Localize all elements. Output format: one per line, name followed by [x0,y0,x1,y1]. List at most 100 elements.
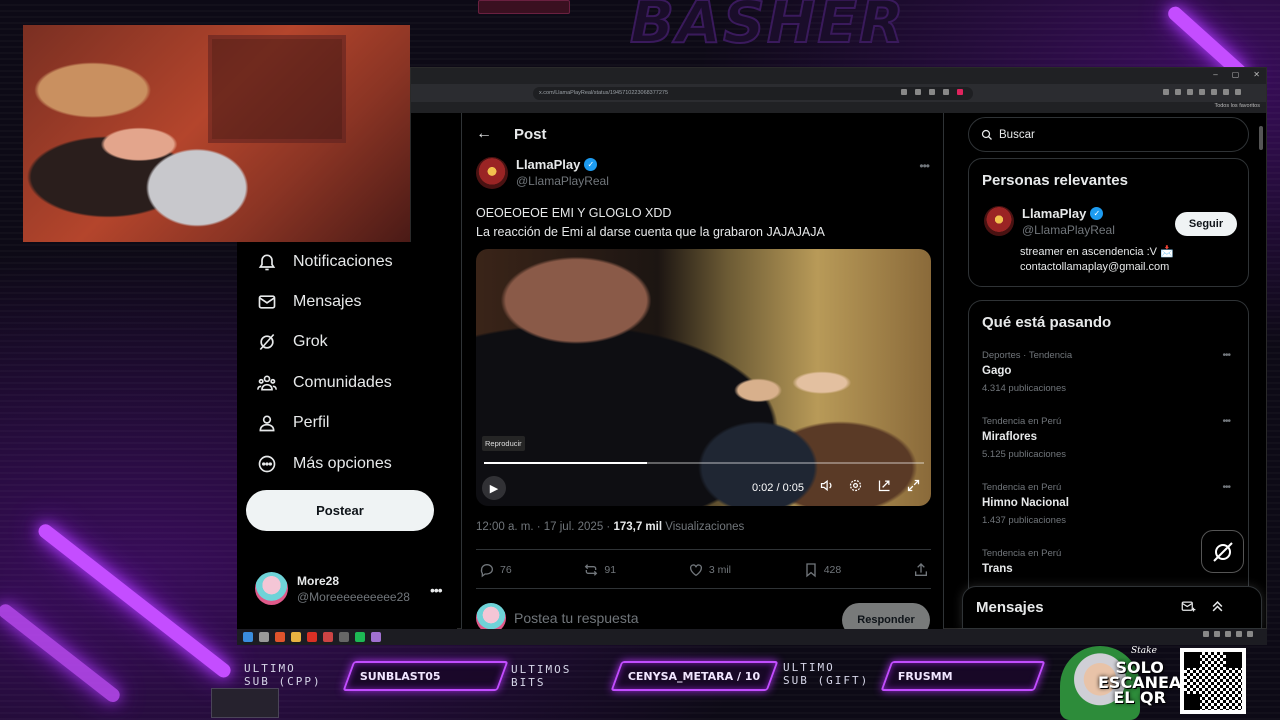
back-arrow-icon[interactable]: ← [476,125,492,143]
trend-item[interactable]: Tendencia en Perú Trans [982,548,1238,575]
last-gift-label: ULTIMO SUB (GIFT) [783,661,869,687]
trend-item[interactable]: Tendencia en Perú Miraflores 5.125 publi… [982,416,1238,460]
author-avatar[interactable] [476,157,508,189]
trend-more-icon[interactable]: ••• [1222,482,1230,493]
all-bookmarks[interactable]: Todos los favoritos [1214,103,1260,109]
nav-item-notifications[interactable]: Notificaciones [257,247,393,277]
tray-chevron-icon[interactable] [1203,631,1209,637]
account-switcher[interactable]: More28 @Moreeeeeeeeee28 [255,572,410,605]
profile-icon[interactable] [1223,89,1229,95]
trend-item[interactable]: Tendencia en Perú Himno Nacional 1.437 p… [982,482,1238,526]
app-icon[interactable] [323,632,333,642]
obs-icon[interactable] [339,632,349,642]
trend-name: Gago [982,365,1012,377]
author-name-row[interactable]: LlamaPlay ✓ [516,157,609,172]
nav-item-profile[interactable]: Perfil [257,408,329,438]
extension-a-icon[interactable] [1163,89,1169,95]
close-button[interactable]: ✕ [1253,70,1260,79]
post-button[interactable]: Postear [246,490,434,531]
search-icon[interactable] [259,632,269,642]
new-message-icon[interactable] [1181,599,1196,614]
trend-more-icon[interactable]: ••• [1222,416,1230,427]
label-line: ULTIMO [244,662,296,675]
extension-e-icon[interactable] [1211,89,1217,95]
notification-icon[interactable] [1247,631,1253,637]
video-player[interactable]: Reproducir ▶ 0:02 / 0:05 [476,249,931,506]
extension-d-icon[interactable] [1199,89,1205,95]
star-icon[interactable] [943,89,949,95]
chevron-up-icon[interactable] [1210,599,1225,614]
search-box[interactable]: Buscar [968,117,1249,152]
relevant-avatar[interactable] [984,206,1014,236]
play-button[interactable]: ▶ [482,476,506,500]
wifi-icon[interactable] [1214,631,1220,637]
messages-drawer[interactable]: Mensajes [962,586,1262,629]
settings-gear-icon[interactable] [848,478,863,493]
view-count: 173,7 mil [613,521,663,533]
repost-button[interactable]: 91 [583,562,616,578]
extension-icon[interactable] [957,89,963,95]
install-icon[interactable] [901,89,907,95]
nav-item-grok[interactable]: Grok [257,327,328,357]
windows-start-icon[interactable] [243,632,253,642]
reply-input[interactable]: Postea tu respuesta [514,610,639,626]
nav-item-messages[interactable]: Mensajes [257,287,361,317]
reply-button[interactable]: 76 [479,562,512,578]
app-icon[interactable] [371,632,381,642]
relevant-name[interactable]: LlamaPlay [1022,206,1086,221]
maximize-button[interactable]: ▢ [1232,70,1240,79]
post-author[interactable]: LlamaPlay ✓ @LlamaPlayReal [476,157,609,189]
last-sub-value: SUNBLAST05 [360,669,441,683]
volume-icon[interactable] [1225,631,1231,637]
like-button[interactable]: 3 mil [688,562,731,578]
video-progress-bar[interactable] [484,462,924,464]
nav-item-more-options[interactable]: Más opciones [257,449,392,479]
reply-count: 76 [500,564,512,576]
grok-icon [1212,541,1233,562]
trend-count: 1.437 publicaciones [982,515,1066,526]
folder-icon[interactable] [291,632,301,642]
bio-email[interactable]: contactollamaplay@gmail.com [1020,260,1174,275]
last-sub-box: SUNBLAST05 [342,661,509,691]
trend-more-icon[interactable]: ••• [1222,350,1230,361]
trend-item[interactable]: Deportes · Tendencia Gago 4.314 publicac… [982,350,1238,394]
brave-icon[interactable] [275,632,285,642]
nav-label: Notificaciones [293,253,393,270]
search-input[interactable]: Buscar [999,129,1035,141]
relevant-name-row[interactable]: LlamaPlay ✓ [1022,206,1115,221]
volume-icon[interactable] [819,478,834,493]
verified-badge-icon: ✓ [584,158,598,171]
author-handle[interactable]: @LlamaPlayReal [516,174,609,188]
post-timestamp[interactable]: 12:00 a. m. · 17 jul. 2025 · [476,521,613,533]
label-line: ULTIMOS [511,663,572,676]
grok-floating-button[interactable] [1201,530,1244,573]
follow-button[interactable]: Seguir [1175,212,1237,236]
card-title: Personas relevantes [982,172,1128,189]
window-controls: – ▢ ✕ [1213,70,1260,79]
picture-in-picture-icon[interactable] [877,478,892,493]
minimize-button[interactable]: – [1213,70,1217,79]
relevant-person[interactable]: LlamaPlay ✓ @LlamaPlayReal [984,206,1115,237]
author-name[interactable]: LlamaPlay [516,157,580,172]
menu-icon[interactable] [1235,89,1241,95]
nav-item-communities[interactable]: Comunidades [257,368,392,398]
account-handle: @Moreeeeeeeeee28 [297,589,410,604]
post-more-icon[interactable]: ••• [919,159,930,173]
mail-icon [258,295,276,309]
page-scrollbar[interactable] [1259,126,1263,150]
zoom-icon[interactable] [915,89,921,95]
extension-b-icon[interactable] [1175,89,1181,95]
fullscreen-icon[interactable] [906,478,921,493]
relevant-handle[interactable]: @LlamaPlayReal [1022,223,1115,237]
share-icon[interactable] [929,89,935,95]
extension-c-icon[interactable] [1187,89,1193,95]
reply-submit-button[interactable]: Responder [842,603,930,629]
post-meta: 12:00 a. m. · 17 jul. 2025 · 173,7 mil V… [476,521,744,533]
share-button[interactable] [913,562,929,578]
account-more-icon[interactable]: ••• [430,582,443,598]
chrome-icon[interactable] [307,632,317,642]
clock-icon[interactable] [1236,631,1242,637]
bookmark-button[interactable]: 428 [803,562,841,578]
last-gift-box: FRUSMM [880,661,1046,691]
spotify-icon[interactable] [355,632,365,642]
